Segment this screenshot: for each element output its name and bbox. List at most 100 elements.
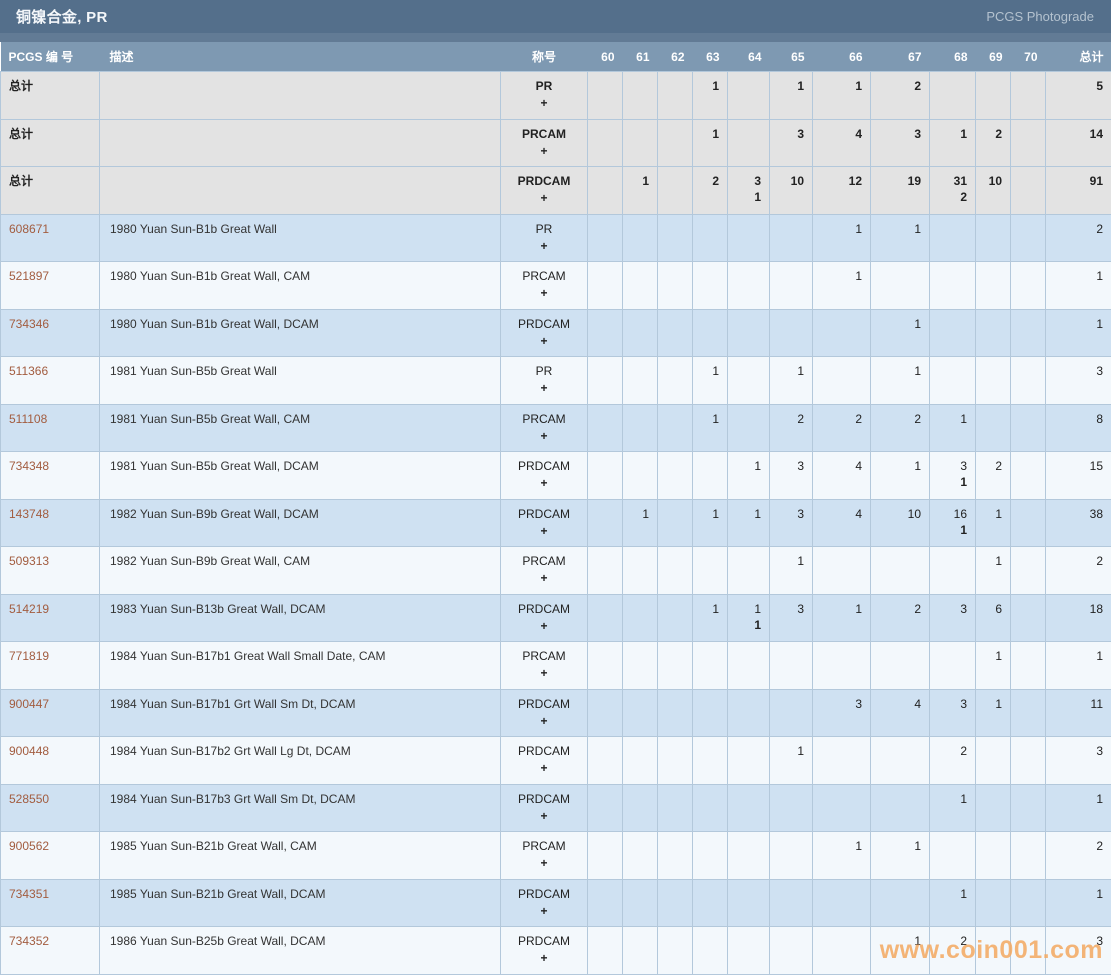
designation-plus: +	[509, 855, 579, 872]
grade-cell-61	[623, 309, 658, 357]
designation-label: PRDCAM	[509, 743, 579, 760]
grade-cell-68	[930, 72, 976, 120]
column-header-grade-65: 65	[770, 42, 813, 72]
grade-cell-68	[930, 642, 976, 690]
grade-cell-70	[1011, 642, 1046, 690]
pcgs-number-cell: 608671	[1, 214, 100, 262]
grade-cell-61	[623, 404, 658, 452]
pcgs-number-link[interactable]: 900447	[9, 697, 49, 711]
description-cell: 1982 Yuan Sun-B9b Great Wall, DCAM	[100, 499, 501, 547]
grade-cell-69: 1	[976, 499, 1011, 547]
grade-cell-61	[623, 737, 658, 785]
grade-cell-63: 1	[693, 357, 728, 405]
grade-cell-64	[728, 737, 770, 785]
pcgs-number-link[interactable]: 734351	[9, 887, 49, 901]
grade-cell-70	[1011, 879, 1046, 927]
grade-cell-67: 2	[871, 594, 930, 642]
grade-cell-60	[588, 309, 623, 357]
column-header-grade-69: 69	[976, 42, 1011, 72]
pcgs-number-cell: 511366	[1, 357, 100, 405]
grade-cell-64	[728, 832, 770, 880]
summary-row: 总计PRCAM+13431214	[1, 119, 1111, 167]
grade-cell-66	[813, 357, 871, 405]
pcgs-number-link[interactable]: 734352	[9, 934, 49, 948]
designation-plus: +	[509, 570, 579, 587]
designation-plus: +	[509, 475, 579, 492]
grade-cell-64	[728, 784, 770, 832]
grade-cell-62	[658, 737, 693, 785]
row-total-cell: 5	[1046, 72, 1111, 120]
coin-row: 9004471984 Yuan Sun-B17b1 Grt Wall Sm Dt…	[1, 689, 1111, 737]
grade-cell-67: 19	[871, 167, 930, 215]
row-total-cell: 15	[1046, 452, 1111, 500]
grade-cell-60	[588, 737, 623, 785]
designation-cell: PR+	[501, 214, 588, 262]
grade-cell-65: 1	[770, 357, 813, 405]
designation-cell: PRCAM+	[501, 119, 588, 167]
grade-cell-70	[1011, 689, 1046, 737]
pcgs-number-link[interactable]: 900562	[9, 839, 49, 853]
coin-row: 7718191984 Yuan Sun-B17b1 Great Wall Sma…	[1, 642, 1111, 690]
designation-plus: +	[509, 428, 579, 445]
summary-label-cell: 总计	[1, 167, 100, 215]
pcgs-number-link[interactable]: 514219	[9, 602, 49, 616]
pcgs-number-link[interactable]: 521897	[9, 269, 49, 283]
pcgs-number-link[interactable]: 771819	[9, 649, 49, 663]
pcgs-number-link[interactable]: 528550	[9, 792, 49, 806]
designation-plus: +	[509, 618, 579, 635]
pcgs-number-link[interactable]: 900448	[9, 744, 49, 758]
grade-cell-68	[930, 262, 976, 310]
grade-cell-67: 1	[871, 927, 930, 975]
grade-cell-64: 1	[728, 499, 770, 547]
grade-cell-66: 12	[813, 167, 871, 215]
grade-cell-68	[930, 357, 976, 405]
designation-plus: +	[509, 950, 579, 967]
coin-row: 7343511985 Yuan Sun-B21b Great Wall, DCA…	[1, 879, 1111, 927]
grade-cell-67	[871, 262, 930, 310]
column-header-designation: 称号	[501, 42, 588, 72]
row-total-cell: 8	[1046, 404, 1111, 452]
grade-cell-63	[693, 737, 728, 785]
grade-cell-67: 1	[871, 452, 930, 500]
grade-cell-63	[693, 689, 728, 737]
description-cell: 1985 Yuan Sun-B21b Great Wall, CAM	[100, 832, 501, 880]
grade-cell-70	[1011, 927, 1046, 975]
grade-cell-69: 1	[976, 689, 1011, 737]
coin-row: 5218971980 Yuan Sun-B1b Great Wall, CAMP…	[1, 262, 1111, 310]
grade-cell-60	[588, 262, 623, 310]
coin-row: 5142191983 Yuan Sun-B13b Great Wall, DCA…	[1, 594, 1111, 642]
grade-cell-63: 1	[693, 499, 728, 547]
pcgs-number-link[interactable]: 608671	[9, 222, 49, 236]
grade-cell-66: 3	[813, 689, 871, 737]
grade-cell-69	[976, 737, 1011, 785]
pcgs-number-link[interactable]: 734348	[9, 459, 49, 473]
designation-cell: PRCAM+	[501, 262, 588, 310]
pcgs-number-link[interactable]: 509313	[9, 554, 49, 568]
grade-cell-65: 3	[770, 119, 813, 167]
pcgs-number-link[interactable]: 734346	[9, 317, 49, 331]
description-cell: 1980 Yuan Sun-B1b Great Wall	[100, 214, 501, 262]
grade-cell-66: 4	[813, 119, 871, 167]
grade-cell-67: 2	[871, 72, 930, 120]
row-total-cell: 38	[1046, 499, 1111, 547]
pcgs-number-link[interactable]: 143748	[9, 507, 49, 521]
grade-cell-70	[1011, 167, 1046, 215]
column-header-grade-64: 64	[728, 42, 770, 72]
pcgs-number-cell: 734352	[1, 927, 100, 975]
grade-cell-61: 1	[623, 167, 658, 215]
grade-cell-65: 1	[770, 737, 813, 785]
grade-cell-67: 3	[871, 119, 930, 167]
pcgs-number-link[interactable]: 511366	[9, 364, 48, 378]
designation-label: PRDCAM	[509, 506, 579, 523]
grade-cell-63	[693, 642, 728, 690]
grade-cell-68: 1	[930, 784, 976, 832]
grade-cell-68: 2	[930, 737, 976, 785]
description-cell	[100, 119, 501, 167]
grade-cell-62	[658, 357, 693, 405]
grade-cell-63: 1	[693, 404, 728, 452]
designation-plus: +	[509, 665, 579, 682]
designation-cell: PRCAM+	[501, 832, 588, 880]
pcgs-photograde-link[interactable]: PCGS Photograde	[986, 9, 1094, 24]
designation-label: PRCAM	[509, 268, 579, 285]
pcgs-number-link[interactable]: 511108	[9, 412, 47, 426]
